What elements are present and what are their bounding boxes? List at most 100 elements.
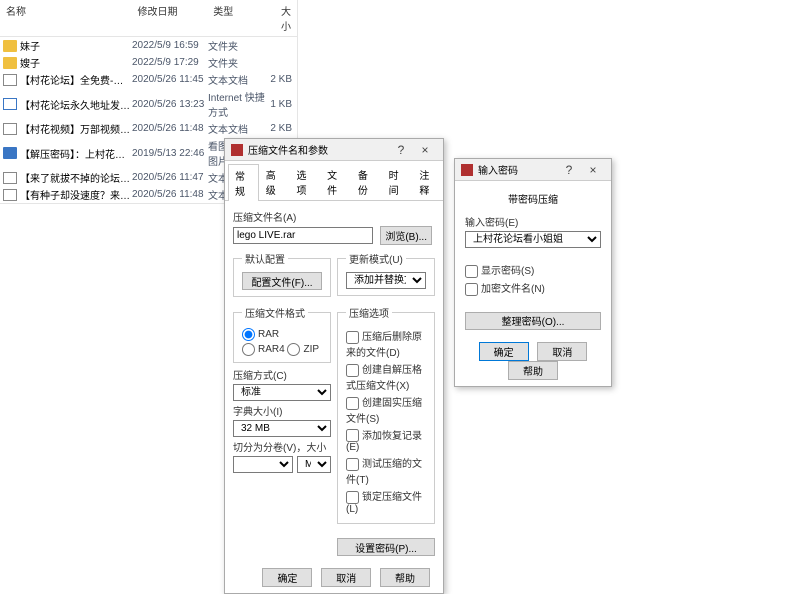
file-name: 【村花论坛】全免费-无套路-最新版.txt <box>20 72 132 87</box>
file-date: 2020/5/26 13:23 <box>132 99 208 110</box>
file-size: 1 KB <box>268 99 292 110</box>
update-mode-select[interactable]: 添加并替换文件 <box>346 272 426 289</box>
app-icon <box>461 164 473 176</box>
option-5[interactable]: 锁定压缩文件(L) <box>346 488 426 515</box>
password-heading: 带密码压缩 <box>465 191 601 206</box>
option-2-checkbox[interactable] <box>346 397 359 410</box>
split-label: 切分为分卷(V)，大小 <box>233 439 331 454</box>
url-icon <box>3 98 17 110</box>
file-name: 嫂子 <box>20 55 132 70</box>
img-icon <box>3 147 17 159</box>
archive-params-dialog: 压缩文件名和参数 ? × 常规高级选项文件备份时间注释 压缩文件名(A) 浏览(… <box>224 138 444 594</box>
option-1-checkbox[interactable] <box>346 364 359 377</box>
option-0-checkbox[interactable] <box>346 331 359 344</box>
update-group: 更新模式(U) 添加并替换文件 <box>337 251 435 296</box>
ok-button[interactable]: 确定 <box>262 568 312 587</box>
method-select[interactable]: 标准 <box>233 384 331 401</box>
encrypt-names[interactable]: 加密文件名(N) <box>465 280 601 296</box>
file-name: 【村花视频】万部视频免费在线看.txt <box>20 121 132 136</box>
file-date: 2020/5/26 11:47 <box>132 172 208 183</box>
txt-icon <box>3 189 17 201</box>
cancel-button[interactable]: 取消 <box>537 342 587 361</box>
update-legend: 更新模式(U) <box>346 251 406 266</box>
file-name: 【解压密码】：上村花论坛看小姐姐.jpg <box>20 146 132 161</box>
option-1[interactable]: 创建自解压格式压缩文件(X) <box>346 361 426 392</box>
format-rar4[interactable]: RAR4 <box>242 344 285 355</box>
file-name: 【来了就拔不掉的论坛，纯免费】.txt <box>20 170 132 185</box>
set-password-button[interactable]: 设置密码(P)... <box>337 538 435 556</box>
dialog-buttons: 确定 取消 帮助 <box>455 336 611 386</box>
app-icon <box>231 144 243 156</box>
file-type: 文本文档 <box>208 121 268 136</box>
dialog-title: 压缩文件名和参数 <box>248 142 389 157</box>
dialog-buttons: 确定 取消 帮助 <box>225 562 443 593</box>
show-password-checkbox[interactable] <box>465 265 478 278</box>
browse-button[interactable]: 浏览(B)... <box>380 226 432 245</box>
tab-6[interactable]: 注释 <box>412 163 443 200</box>
ok-button[interactable]: 确定 <box>479 342 529 361</box>
help-icon[interactable]: ? <box>389 143 413 157</box>
tab-1[interactable]: 高级 <box>259 163 290 200</box>
titlebar[interactable]: 压缩文件名和参数 ? × <box>225 139 443 161</box>
option-3[interactable]: 添加恢复记录(E) <box>346 427 426 454</box>
close-icon[interactable]: × <box>413 143 437 157</box>
txt-icon <box>3 172 17 184</box>
cancel-button[interactable]: 取消 <box>321 568 371 587</box>
dict-select[interactable]: 32 MB <box>233 420 331 437</box>
folder-icon <box>3 40 17 52</box>
table-row[interactable]: 妹子2022/5/9 16:59文件夹 <box>0 37 297 54</box>
options-legend: 压缩选项 <box>346 305 392 320</box>
archive-name-input[interactable] <box>233 227 373 244</box>
tab-0[interactable]: 常规 <box>228 164 259 201</box>
format-group: 压缩文件格式 RAR RAR4 ZIP <box>233 305 331 363</box>
col-size[interactable]: 大小 <box>267 0 297 36</box>
tab-4[interactable]: 备份 <box>351 163 382 200</box>
titlebar[interactable]: 输入密码 ? × <box>455 159 611 181</box>
option-4-checkbox[interactable] <box>346 458 359 471</box>
help-icon[interactable]: ? <box>557 163 581 177</box>
option-0[interactable]: 压缩后删除原来的文件(D) <box>346 328 426 359</box>
col-type[interactable]: 类型 <box>207 0 267 36</box>
txt-icon <box>3 123 17 135</box>
dialog-title: 输入密码 <box>478 162 557 177</box>
file-type: Internet 快捷方式 <box>208 89 268 119</box>
file-size: 2 KB <box>268 123 292 134</box>
help-button[interactable]: 帮助 <box>508 361 558 380</box>
file-date: 2020/5/26 11:45 <box>132 74 208 85</box>
profile-group: 默认配置 配置文件(F)... <box>233 251 331 297</box>
col-name[interactable]: 名称 <box>0 0 132 36</box>
format-legend: 压缩文件格式 <box>242 305 308 320</box>
close-icon[interactable]: × <box>581 163 605 177</box>
table-row[interactable]: 【村花论坛永久地址发布页】-点击打开2020/5/26 13:23Interne… <box>0 88 297 120</box>
table-row[interactable]: 嫂子2022/5/9 17:29文件夹 <box>0 54 297 71</box>
table-row[interactable]: 【村花视频】万部视频免费在线看.txt2020/5/26 11:48文本文档2 … <box>0 120 297 137</box>
format-rar4-radio[interactable] <box>242 343 255 356</box>
profile-button[interactable]: 配置文件(F)... <box>242 272 322 290</box>
file-name: 【有种子却没速度？来村花论坛人工加... <box>20 187 132 202</box>
table-row[interactable]: 【村花论坛】全免费-无套路-最新版.txt2020/5/26 11:45文本文档… <box>0 71 297 88</box>
split-unit-select[interactable]: MB <box>297 456 331 473</box>
encrypt-names-checkbox[interactable] <box>465 283 478 296</box>
help-button[interactable]: 帮助 <box>380 568 430 587</box>
option-2[interactable]: 创建固实压缩文件(S) <box>346 394 426 425</box>
organize-passwords-button[interactable]: 整理密码(O)... <box>465 312 601 330</box>
show-password[interactable]: 显示密码(S) <box>465 262 601 278</box>
format-rar-radio[interactable] <box>242 328 255 341</box>
format-zip[interactable]: ZIP <box>287 344 319 355</box>
tab-5[interactable]: 时间 <box>382 163 413 200</box>
option-3-checkbox[interactable] <box>346 429 359 442</box>
file-type: 文本文档 <box>208 72 268 87</box>
format-rar[interactable]: RAR <box>242 328 322 341</box>
option-5-checkbox[interactable] <box>346 491 359 504</box>
password-input[interactable]: 上村花论坛看小姐姐 <box>465 231 601 248</box>
split-size-select[interactable] <box>233 456 293 473</box>
format-zip-radio[interactable] <box>287 343 300 356</box>
tab-3[interactable]: 文件 <box>320 163 351 200</box>
file-list-header: 名称 修改日期 类型 大小 <box>0 0 297 37</box>
option-4[interactable]: 测试压缩的文件(T) <box>346 455 426 486</box>
file-date: 2022/5/9 16:59 <box>132 40 208 51</box>
col-date[interactable]: 修改日期 <box>132 0 208 36</box>
tab-2[interactable]: 选项 <box>289 163 320 200</box>
file-date: 2022/5/9 17:29 <box>132 57 208 68</box>
file-name: 【村花论坛永久地址发布页】-点击打开 <box>20 97 132 112</box>
